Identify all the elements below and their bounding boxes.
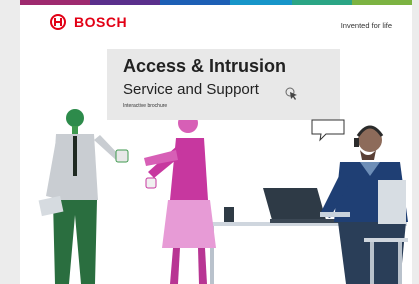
speech-bubble-icon	[311, 119, 345, 142]
cursor-pointer-icon	[285, 87, 297, 100]
office-illustration	[38, 101, 408, 284]
brochure-note: Interactive brochure	[123, 103, 168, 109]
title-bubble: Access & Intrusion Service and Support I…	[107, 49, 340, 120]
person-green	[38, 109, 129, 284]
desk-cup	[224, 207, 234, 222]
page-subtitle: Service and Support	[123, 81, 259, 98]
person-pink	[144, 101, 216, 284]
page-title: Access & Intrusion	[123, 56, 287, 76]
brochure-cover: BOSCH Invented for life Access & Intrusi…	[20, 0, 412, 284]
